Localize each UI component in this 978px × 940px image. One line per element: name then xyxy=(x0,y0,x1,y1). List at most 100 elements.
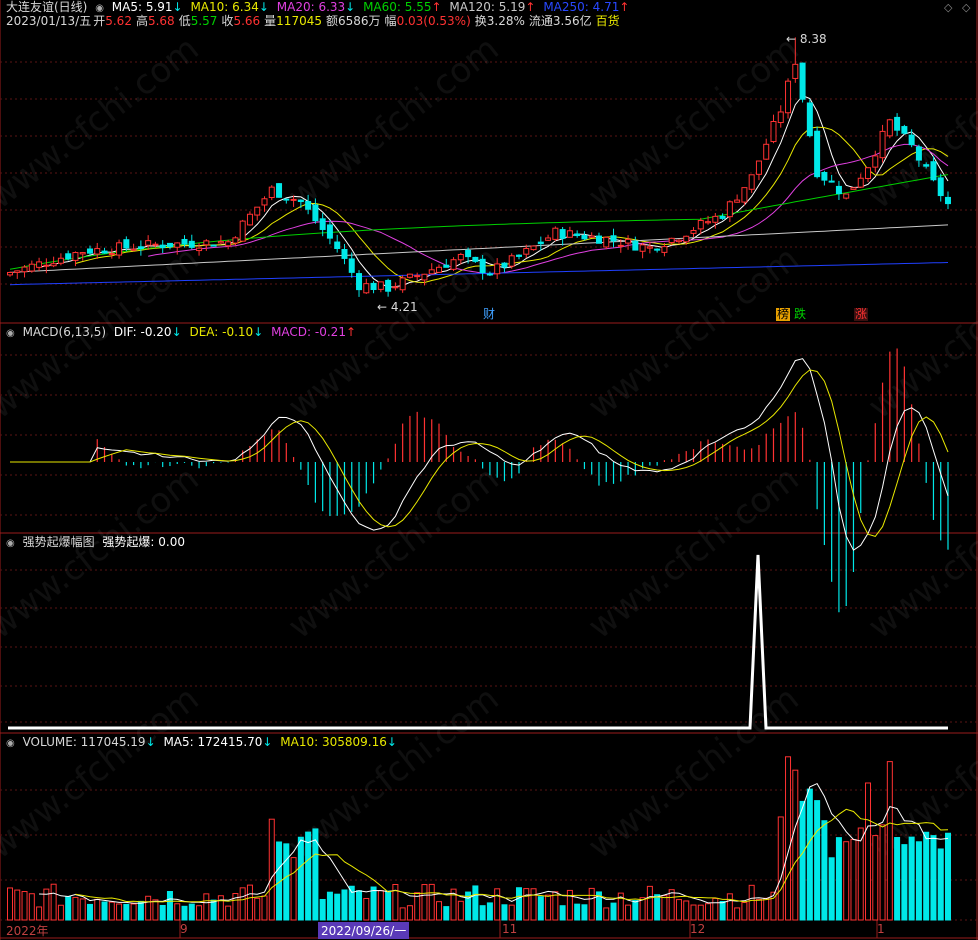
candle-body xyxy=(86,248,93,254)
volume-bar xyxy=(443,906,450,921)
candle-body xyxy=(181,238,188,245)
candle-body xyxy=(777,111,784,124)
volume-bar xyxy=(494,888,501,921)
volume-bar xyxy=(530,888,537,921)
candle-body xyxy=(188,240,195,248)
volume-bar xyxy=(86,903,93,921)
volume-bar xyxy=(748,884,755,921)
volume-collapse-icon[interactable]: ◉ xyxy=(6,738,15,749)
candle-body xyxy=(246,213,253,226)
candle-body xyxy=(595,235,602,244)
volume-bar xyxy=(94,898,101,921)
candle-body xyxy=(734,199,741,203)
tag-bang[interactable]: 榜 xyxy=(776,308,791,321)
xaxis-cursor-date[interactable]: 2022/09/26/一 xyxy=(318,922,410,939)
turnover-value: 3.28% xyxy=(486,14,525,28)
amount-label: 额 xyxy=(325,14,338,28)
tag-die[interactable]: 跌 xyxy=(793,308,807,321)
change-value: 0.03(0.53%) xyxy=(396,14,471,28)
candle-body xyxy=(465,249,472,258)
vol-ma5-legend: MA5: 172415.70 xyxy=(163,735,263,749)
candle-body xyxy=(821,171,828,181)
candle-body xyxy=(436,266,443,273)
macd-collapse-icon[interactable]: ◉ xyxy=(6,328,15,339)
candle-body xyxy=(697,220,704,230)
volume-bar xyxy=(501,904,508,921)
volume-bar xyxy=(734,907,741,921)
volume-bar xyxy=(661,895,668,921)
vol-ma10-legend: MA10: 305809.16 xyxy=(280,735,387,749)
candle-body xyxy=(785,80,792,114)
volume-bar xyxy=(225,905,232,921)
volume-bar xyxy=(166,891,173,921)
candle-body xyxy=(566,230,573,238)
candle-body xyxy=(94,248,101,255)
ma120-arrow-icon: ↑ xyxy=(525,0,536,14)
volume-bar xyxy=(290,857,297,921)
candle-body xyxy=(850,187,857,190)
volume-bar xyxy=(436,901,443,921)
chart-canvas[interactable]: www.cfchi.com www.cfchi.com www.cfchi.com w… xyxy=(0,0,978,940)
volume-bar xyxy=(901,844,908,921)
volume-bar xyxy=(399,907,406,921)
candle-body xyxy=(610,235,617,242)
ma10-arrow-icon: ↓ xyxy=(258,0,269,14)
vol-label: 量 xyxy=(264,14,277,28)
candle-body xyxy=(210,244,217,247)
close-panel-icon[interactable]: ◇ xyxy=(962,1,970,14)
high-annotation-value: 8.38 xyxy=(799,32,827,46)
candle-body xyxy=(312,204,319,222)
candle-body xyxy=(923,164,930,167)
volume-bar xyxy=(14,889,21,921)
candle-body xyxy=(283,198,290,201)
candle-body xyxy=(21,266,28,273)
tag-zhang[interactable]: 涨 xyxy=(854,308,869,321)
volume-bar xyxy=(726,893,733,921)
candle-body xyxy=(668,237,675,244)
settings-diamond-icon[interactable]: ◇ xyxy=(944,1,952,14)
candle-body xyxy=(559,229,566,239)
candle-body xyxy=(370,282,377,291)
tag-cai[interactable]: 财 xyxy=(482,308,496,321)
candle-body xyxy=(356,273,363,291)
volume-bar xyxy=(203,893,210,921)
candle-body xyxy=(108,252,115,255)
candle-body xyxy=(930,161,937,181)
volume-bar xyxy=(101,901,108,921)
candle-body xyxy=(43,264,50,267)
candle-body xyxy=(450,259,457,270)
ma120-legend: MA120: 5.19 xyxy=(449,0,526,14)
candle-body xyxy=(276,183,283,198)
candle-body xyxy=(806,102,813,137)
candle-body xyxy=(508,255,515,267)
candle-body xyxy=(617,244,624,247)
candle-body xyxy=(443,264,450,268)
candle-body xyxy=(719,215,726,219)
volume-bar xyxy=(479,905,486,921)
volume-bar xyxy=(428,883,435,921)
volume-bar xyxy=(654,894,661,921)
volume-bar xyxy=(50,883,57,921)
candle-body xyxy=(799,62,806,100)
candle-body xyxy=(486,273,493,276)
burst-collapse-icon[interactable]: ◉ xyxy=(6,538,15,549)
burst-title: 强势起爆幅图 xyxy=(22,535,95,549)
watermark-text: www.cfchi.com xyxy=(0,29,206,217)
turnover-label: 换 xyxy=(474,14,487,28)
candle-body xyxy=(537,241,544,245)
volume-bar xyxy=(137,900,144,921)
volume-bar xyxy=(646,885,653,921)
collapse-icon[interactable]: ◉ xyxy=(95,3,104,14)
candle-body xyxy=(348,258,355,273)
candle-body xyxy=(654,248,661,251)
volume-bar xyxy=(894,837,901,921)
candle-body xyxy=(377,281,384,290)
chart-stage[interactable]: www.cfchi.com www.cfchi.com www.cfchi.com w… xyxy=(0,0,978,940)
volume-bar xyxy=(283,843,290,921)
volume-bar xyxy=(537,896,544,921)
candle-body xyxy=(225,241,232,247)
candle-body xyxy=(392,286,399,289)
volume-bar xyxy=(116,903,123,921)
xaxis-sep-label: 9 xyxy=(180,922,188,936)
dea-legend: DEA: -0.10 xyxy=(189,325,254,339)
